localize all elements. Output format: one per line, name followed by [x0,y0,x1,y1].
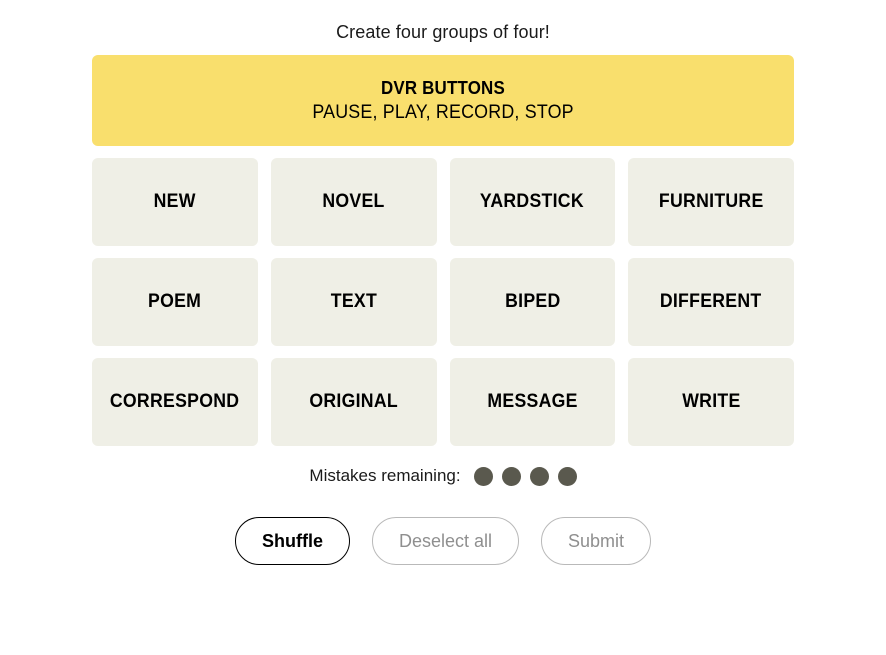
tile-label: DIFFERENT [660,291,762,312]
shuffle-button[interactable]: Shuffle [234,517,350,565]
tile-label: CORRESPOND [110,391,240,412]
solved-group-members: PAUSE, PLAY, RECORD, STOP [312,101,574,123]
tile-write[interactable]: WRITE [628,358,794,446]
deselect-all-button[interactable]: Deselect all [371,517,519,565]
tile-row-2: POEM TEXT BIPED DIFFERENT [92,258,794,346]
solved-group-dvr-buttons: DVR BUTTONS PAUSE, PLAY, RECORD, STOP [92,55,794,146]
tile-original[interactable]: ORIGINAL [270,358,437,446]
tile-label: NOVEL [322,191,385,212]
tile-new[interactable]: NEW [92,158,258,246]
tile-label: BIPED [504,291,561,312]
mistakes-label: Mistakes remaining: [309,466,461,485]
page-title: Create four groups of four! [336,22,550,42]
tile-novel[interactable]: NOVEL [270,158,437,246]
tile-poem[interactable]: POEM [92,258,258,346]
mistake-dot [529,466,549,486]
tile-label: MESSAGE [487,391,578,412]
control-buttons: Shuffle Deselect all Submit [92,517,794,565]
mistake-dot [557,466,577,486]
game-board: DVR BUTTONS PAUSE, PLAY, RECORD, STOP NE… [92,43,794,565]
tile-message[interactable]: MESSAGE [449,358,616,446]
tile-row-1: NEW NOVEL YARDSTICK FURNITURE [92,158,794,246]
tile-biped[interactable]: BIPED [449,258,616,346]
tile-label: ORIGINAL [309,391,398,412]
tile-label: YARDSTICK [480,191,585,212]
mistake-dot [501,466,521,486]
connections-game: Create four groups of four! DVR BUTTONS … [0,0,886,655]
deselect-all-button-label: Deselect all [398,530,492,551]
tile-furniture[interactable]: FURNITURE [628,158,794,246]
mistake-dot [473,466,493,486]
mistakes-remaining: Mistakes remaining: [92,466,794,486]
tile-label: TEXT [330,291,377,312]
tile-row-3: CORRESPOND ORIGINAL MESSAGE WRITE [92,358,794,446]
tile-correspond[interactable]: CORRESPOND [92,358,258,446]
shuffle-button-label: Shuffle [261,530,323,551]
solved-group-title: DVR BUTTONS [381,77,505,98]
submit-button[interactable]: Submit [541,517,652,565]
tile-text[interactable]: TEXT [270,258,437,346]
tile-different[interactable]: DIFFERENT [628,258,794,346]
tile-yardstick[interactable]: YARDSTICK [449,158,616,246]
submit-button-label: Submit [568,530,625,551]
tile-label: FURNITURE [658,191,764,212]
tile-label: POEM [148,291,202,312]
tile-label: WRITE [681,391,741,412]
tile-label: NEW [153,191,196,212]
